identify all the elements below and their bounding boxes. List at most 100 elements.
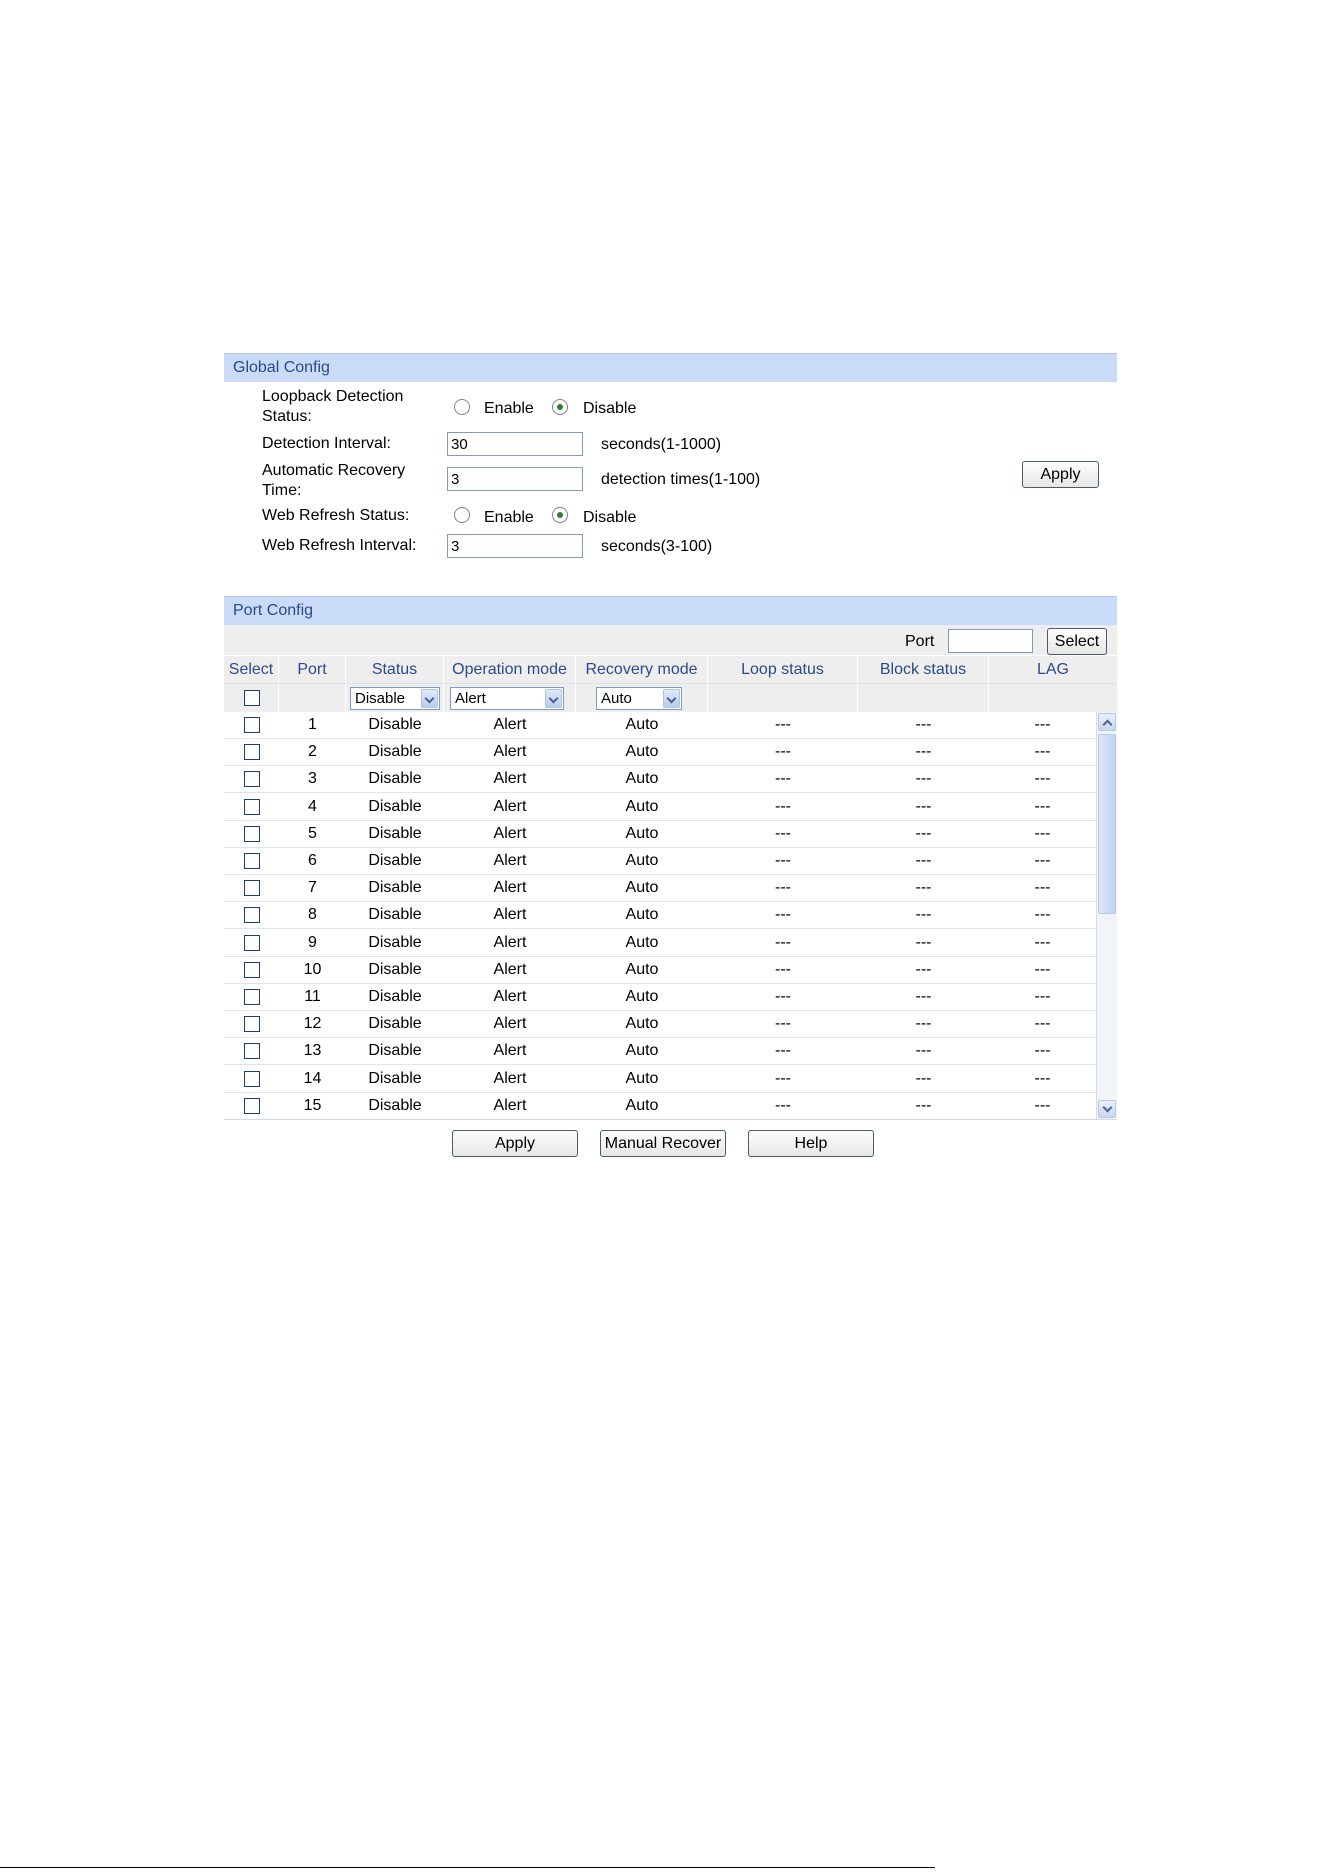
port-select-button[interactable]: Select — [1047, 628, 1107, 655]
loop-status-cell: --- — [775, 716, 791, 733]
status-cell: Disable — [368, 770, 422, 788]
col-header-recovery-mode: Recovery mode — [576, 656, 708, 684]
port-search-input[interactable] — [948, 629, 1033, 653]
table-row: 2 Disable Alert Auto --- --- --- — [224, 739, 1096, 767]
row-select-checkbox[interactable] — [244, 825, 260, 842]
col-header-port: Port — [279, 656, 346, 684]
col-header-status: Status — [346, 656, 444, 684]
port-apply-button[interactable]: Apply — [452, 1130, 578, 1157]
operation-mode-cell: Alert — [493, 770, 527, 788]
lag-cell: --- — [1034, 1042, 1051, 1060]
web-refresh-disable-radio[interactable] — [552, 507, 568, 523]
col-header-select: Select — [224, 656, 279, 684]
row-select-checkbox[interactable] — [244, 961, 260, 978]
detection-interval-hint: seconds(1-1000) — [601, 436, 722, 453]
loopback-enable-radio[interactable] — [454, 399, 470, 415]
status-filter-select[interactable]: Disable — [350, 687, 440, 710]
operation-mode-filter-select[interactable]: Alert — [450, 687, 564, 710]
lag-cell: --- — [1034, 879, 1051, 897]
status-cell: Disable — [368, 1042, 422, 1060]
table-row: 7 Disable Alert Auto --- --- --- — [224, 875, 1096, 903]
recovery-mode-cell: Auto — [625, 1042, 659, 1060]
row-select-checkbox[interactable] — [244, 934, 260, 951]
global-apply-button[interactable]: Apply — [1022, 461, 1099, 488]
port-config-title: Port Config — [233, 602, 314, 619]
operation-mode-cell: Alert — [493, 716, 527, 733]
loop-status-cell: --- — [775, 770, 791, 788]
detection-interval-input[interactable] — [447, 432, 583, 456]
scroll-down-icon[interactable] — [1098, 1100, 1116, 1118]
lag-cell: --- — [1034, 960, 1051, 978]
select-all-checkbox[interactable] — [244, 690, 260, 706]
table-row: 9 Disable Alert Auto --- --- --- — [224, 929, 1096, 957]
row-select-checkbox[interactable] — [244, 744, 260, 761]
table-row: 6 Disable Alert Auto --- --- --- — [224, 848, 1096, 875]
web-refresh-interval-input[interactable] — [447, 534, 583, 558]
recovery-mode-cell: Auto — [625, 824, 659, 842]
block-status-cell: --- — [915, 1069, 932, 1087]
block-status-cell: --- — [915, 906, 932, 924]
row-select-checkbox[interactable] — [244, 907, 260, 924]
manual-recover-button[interactable]: Manual Recover — [600, 1130, 726, 1157]
block-status-cell: --- — [915, 988, 932, 1005]
recovery-mode-cell: Auto — [625, 988, 659, 1005]
port-cell: 1 — [308, 716, 317, 733]
block-status-cell: --- — [915, 770, 932, 788]
table-scrollbar[interactable] — [1096, 712, 1117, 1119]
row-select-checkbox[interactable] — [244, 1070, 260, 1087]
scroll-thumb[interactable] — [1098, 734, 1116, 914]
operation-mode-cell: Alert — [493, 879, 527, 897]
row-select-checkbox[interactable] — [244, 853, 260, 869]
row-select-checkbox[interactable] — [244, 1097, 260, 1114]
loop-status-cell: --- — [775, 906, 791, 924]
port-cell: 6 — [308, 852, 317, 869]
port-search-label: Port — [905, 633, 935, 650]
row-select-checkbox[interactable] — [244, 1043, 260, 1060]
port-cell: 13 — [303, 1042, 322, 1060]
status-cell: Disable — [368, 960, 422, 978]
port-search-bar: Port Select — [224, 625, 1117, 659]
row-select-checkbox[interactable] — [244, 717, 260, 733]
row-select-checkbox[interactable] — [244, 1016, 260, 1033]
recovery-time-input[interactable] — [447, 467, 583, 491]
scroll-up-icon[interactable] — [1098, 713, 1116, 731]
table-row: 10 Disable Alert Auto --- --- --- — [224, 956, 1096, 984]
web-refresh-enable-label: Enable — [484, 509, 534, 526]
block-status-cell: --- — [915, 1015, 932, 1033]
table-row: 15 Disable Alert Auto --- --- --- — [224, 1092, 1096, 1119]
block-status-cell: --- — [915, 879, 932, 897]
block-status-cell: --- — [915, 743, 932, 761]
status-cell: Disable — [368, 797, 422, 815]
recovery-mode-cell: Auto — [625, 1015, 659, 1033]
operation-mode-cell: Alert — [493, 1015, 527, 1033]
port-table-body[interactable]: 1 Disable Alert Auto --- --- --- 2 Disable Alert A… — [224, 712, 1117, 1120]
recovery-mode-cell: Auto — [625, 852, 659, 869]
chevron-down-icon — [545, 689, 562, 708]
lag-cell: --- — [1034, 1015, 1051, 1033]
loopback-status-label-line1: Loopback Detection — [262, 388, 404, 405]
loop-status-cell: --- — [775, 1042, 791, 1060]
recovery-mode-cell: Auto — [625, 933, 659, 951]
block-status-cell: --- — [915, 824, 932, 842]
loopback-disable-radio[interactable] — [552, 399, 568, 415]
block-status-cell: --- — [915, 1042, 932, 1060]
recovery-mode-filter-value: Auto — [601, 690, 632, 707]
operation-mode-cell: Alert — [493, 743, 527, 761]
table-filter-row: Disable Alert Auto — [224, 683, 1117, 713]
row-select-checkbox[interactable] — [244, 771, 260, 788]
port-cell: 7 — [308, 879, 317, 897]
web-refresh-enable-radio[interactable] — [454, 507, 470, 523]
lag-cell: --- — [1034, 770, 1051, 788]
status-cell: Disable — [368, 1096, 422, 1114]
row-select-checkbox[interactable] — [244, 880, 260, 897]
operation-mode-filter-value: Alert — [455, 690, 486, 707]
web-refresh-status-label: Web Refresh Status: — [262, 507, 410, 524]
row-select-checkbox[interactable] — [244, 989, 260, 1005]
help-button[interactable]: Help — [748, 1130, 874, 1157]
block-status-cell: --- — [915, 1096, 932, 1114]
recovery-mode-cell: Auto — [625, 879, 659, 897]
recovery-mode-filter-select[interactable]: Auto — [596, 687, 682, 710]
loop-status-cell: --- — [775, 797, 791, 815]
row-select-checkbox[interactable] — [244, 798, 260, 815]
table-row: 5 Disable Alert Auto --- --- --- — [224, 820, 1096, 848]
